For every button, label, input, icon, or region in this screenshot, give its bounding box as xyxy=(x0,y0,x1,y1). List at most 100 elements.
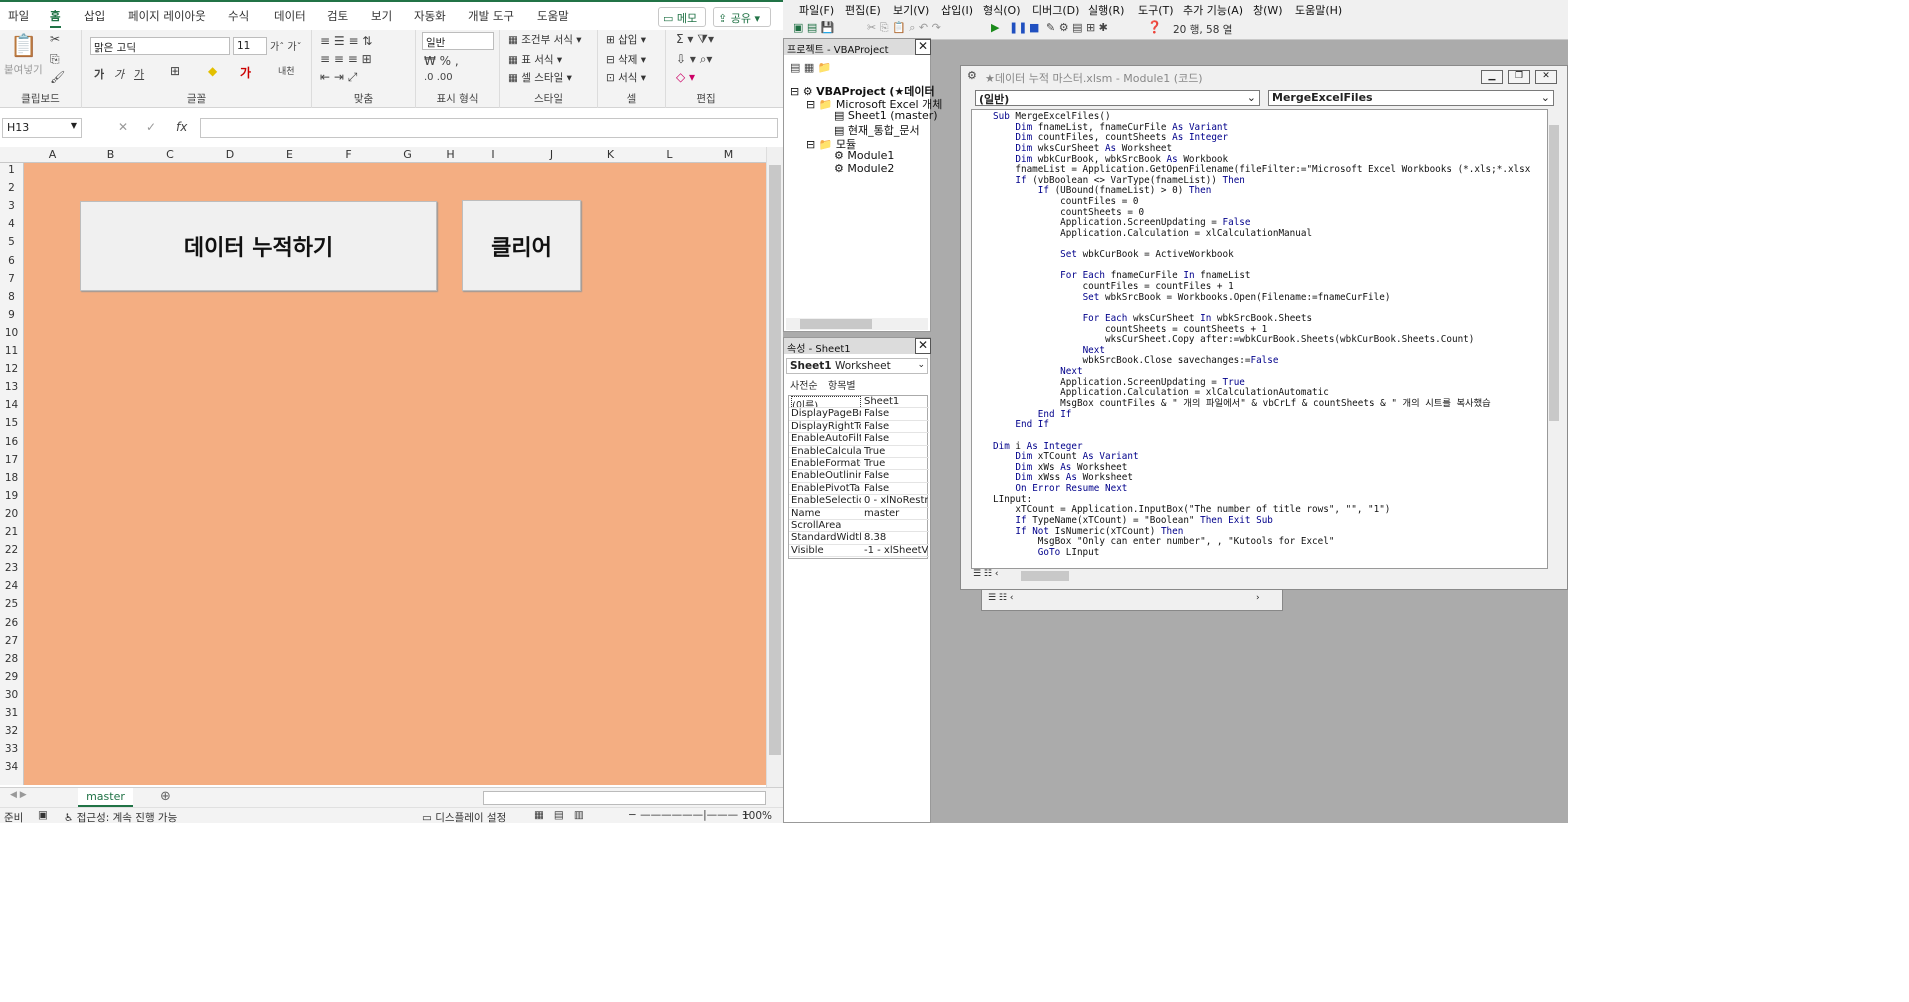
conditional-format-button[interactable]: ▦ 조건부 서식 ▾ xyxy=(508,32,582,47)
property-value[interactable]: False xyxy=(864,433,928,444)
view-excel-icon[interactable]: ▣ ▤ 💾 xyxy=(793,21,834,34)
row-header[interactable]: 7 xyxy=(0,273,23,285)
tree-module2[interactable]: ⚙ Module2 xyxy=(834,162,894,175)
confirm-icon[interactable]: ✓ xyxy=(146,120,156,134)
formula-input[interactable] xyxy=(200,118,778,138)
copy-icon[interactable]: ⎘ xyxy=(50,52,60,67)
property-value[interactable]: True xyxy=(864,446,928,457)
phonetic-icon[interactable]: 내천 xyxy=(278,64,295,77)
column-header[interactable]: B xyxy=(81,148,140,161)
tab-nav-icon[interactable]: ◀ ▶ xyxy=(10,790,27,800)
insert-cells-button[interactable]: ⊞ 삽입 ▾ xyxy=(606,32,646,47)
font-name-combo[interactable]: 맑은 고딕 xyxy=(90,37,230,55)
menu-format[interactable]: 형식(O) xyxy=(983,2,1020,18)
row-header[interactable]: 18 xyxy=(0,472,23,484)
column-header[interactable]: C xyxy=(140,148,200,161)
column-header[interactable]: F xyxy=(319,148,378,161)
row-header[interactable]: 20 xyxy=(0,508,23,520)
row-header[interactable]: 12 xyxy=(0,363,23,375)
tab-automate[interactable]: 자동화 xyxy=(414,8,446,24)
fill-color-icon[interactable]: ◆ xyxy=(208,64,217,78)
menu-insert[interactable]: 삽입(I) xyxy=(941,2,973,18)
property-value[interactable]: -1 - xlSheetV xyxy=(864,545,928,556)
code-line[interactable]: Sub MergeExcelFiles() xyxy=(993,111,1111,123)
reset-icon[interactable]: ■ xyxy=(1029,21,1039,34)
underline-icon[interactable]: 가 xyxy=(134,66,144,82)
row-header[interactable]: 22 xyxy=(0,544,23,556)
row-header[interactable]: 14 xyxy=(0,399,23,411)
share-button[interactable]: ⇪ 공유 ▾ xyxy=(713,7,771,27)
property-value[interactable]: False xyxy=(864,421,928,432)
macro-record-icon[interactable]: ▣ xyxy=(38,809,48,821)
property-value[interactable]: False xyxy=(864,483,928,494)
column-header[interactable]: K xyxy=(581,148,640,161)
close-icon[interactable]: ✕ xyxy=(915,39,931,55)
tab-home[interactable]: 홈 xyxy=(50,8,61,28)
column-header[interactable]: D xyxy=(200,148,260,161)
row-header[interactable]: 4 xyxy=(0,218,23,230)
add-sheet-icon[interactable]: ⊕ xyxy=(160,789,171,804)
tab-help[interactable]: 도움말 xyxy=(537,8,569,24)
vertical-scrollbar[interactable] xyxy=(766,147,783,787)
name-box[interactable]: H13 ▼ xyxy=(2,118,82,138)
tab-page-layout[interactable]: 페이지 레이아웃 xyxy=(128,8,206,24)
scroll-thumb[interactable] xyxy=(769,165,781,755)
code-vscroll[interactable] xyxy=(1548,109,1560,569)
property-row[interactable]: DisplayRightTo False xyxy=(789,421,929,434)
horizontal-scrollbar[interactable] xyxy=(483,791,766,805)
tab-file[interactable]: 파일 xyxy=(8,8,29,24)
row-header[interactable]: 32 xyxy=(0,725,23,737)
menu-help[interactable]: 도움말(H) xyxy=(1295,2,1342,18)
restore-icon[interactable]: ❐ xyxy=(1508,70,1530,84)
view-buttons-icon[interactable]: ▦ ▤ ▥ xyxy=(534,809,584,821)
row-header[interactable]: 6 xyxy=(0,255,23,267)
row-header[interactable]: 34 xyxy=(0,761,23,773)
code-editor[interactable]: Sub MergeExcelFiles() Dim fnameList, fna… xyxy=(971,109,1548,569)
row-header[interactable]: 19 xyxy=(0,490,23,502)
code-line[interactable]: Set wbkCurBook = ActiveWorkbook xyxy=(993,249,1234,261)
tab-insert[interactable]: 삽입 xyxy=(84,8,105,24)
row-header[interactable]: 33 xyxy=(0,743,23,755)
row-header[interactable]: 1 xyxy=(0,164,23,176)
accessibility-status[interactable]: ♿ 접근성: 계속 진행 가능 xyxy=(64,810,177,823)
format-painter-icon[interactable]: 🖌 xyxy=(50,70,65,84)
column-header[interactable]: H xyxy=(437,148,464,161)
help-icon[interactable]: ❓ xyxy=(1147,20,1162,34)
property-row[interactable]: ScrollArea xyxy=(789,520,929,533)
property-row[interactable]: EnableSelectio 0 - xlNoRestri xyxy=(789,495,929,508)
row-header[interactable]: 10 xyxy=(0,327,23,339)
row-header[interactable]: 11 xyxy=(0,345,23,357)
row-header[interactable]: 9 xyxy=(0,309,23,321)
row-header[interactable]: 8 xyxy=(0,291,23,303)
code-hscroll[interactable]: ☰ ☷ ‹ xyxy=(971,569,1560,583)
tab-alphabetic[interactable]: 사전순 xyxy=(790,377,818,392)
property-row[interactable]: EnablePivotTab False xyxy=(789,483,929,496)
cell-style-button[interactable]: ▦ 셀 스타일 ▾ xyxy=(508,70,572,85)
column-header[interactable]: M xyxy=(699,148,758,161)
accumulate-data-button[interactable]: 데이터 누적하기 xyxy=(80,201,437,291)
worksheet-grid[interactable]: ABCDEFGHIJKLM 1 2 3 4 5 6 7 8 9 10 11 12 13 14 15 16 17 1… xyxy=(0,147,766,785)
menu-run[interactable]: 실행(R) xyxy=(1088,2,1124,18)
row-header[interactable]: 31 xyxy=(0,707,23,719)
row-header[interactable]: 2 xyxy=(0,182,23,194)
property-row[interactable]: (이름) Sheet1 xyxy=(789,396,929,409)
row-header[interactable]: 17 xyxy=(0,454,23,466)
row-header[interactable]: 26 xyxy=(0,617,23,629)
sheet-tab-master[interactable]: master xyxy=(78,788,133,807)
tab-developer[interactable]: 개발 도구 xyxy=(468,8,514,24)
property-value[interactable]: 0 - xlNoRestri xyxy=(864,495,928,506)
property-row[interactable]: EnableOutliningFalse xyxy=(789,470,929,483)
insert-function-icon[interactable]: fx xyxy=(176,120,187,134)
menu-window[interactable]: 창(W) xyxy=(1253,2,1283,18)
alignment-icons[interactable]: ≡ ☰ ≡ ⇅ ≡ ≡ ≡ ⊞ ⇤ ⇥ ⤢ xyxy=(320,32,372,86)
paste-icon[interactable]: 📋 xyxy=(10,34,37,59)
property-value[interactable]: master xyxy=(864,508,928,519)
italic-icon[interactable]: 가 xyxy=(114,66,124,82)
object-combo[interactable]: Sheet1 Worksheet ⌄ xyxy=(786,358,928,374)
number-format-combo[interactable]: 일반 xyxy=(422,32,494,50)
code-line[interactable]: End If xyxy=(993,419,1049,431)
second-code-window[interactable]: ☰ ☷ ‹ › xyxy=(981,589,1283,611)
decimal-icon[interactable]: .0 .00 xyxy=(424,72,453,83)
code-line[interactable]: For Each wksCurSheet In wbkSrcBook.Sheet… xyxy=(993,313,1313,325)
close-icon[interactable]: ✕ xyxy=(1535,70,1557,84)
